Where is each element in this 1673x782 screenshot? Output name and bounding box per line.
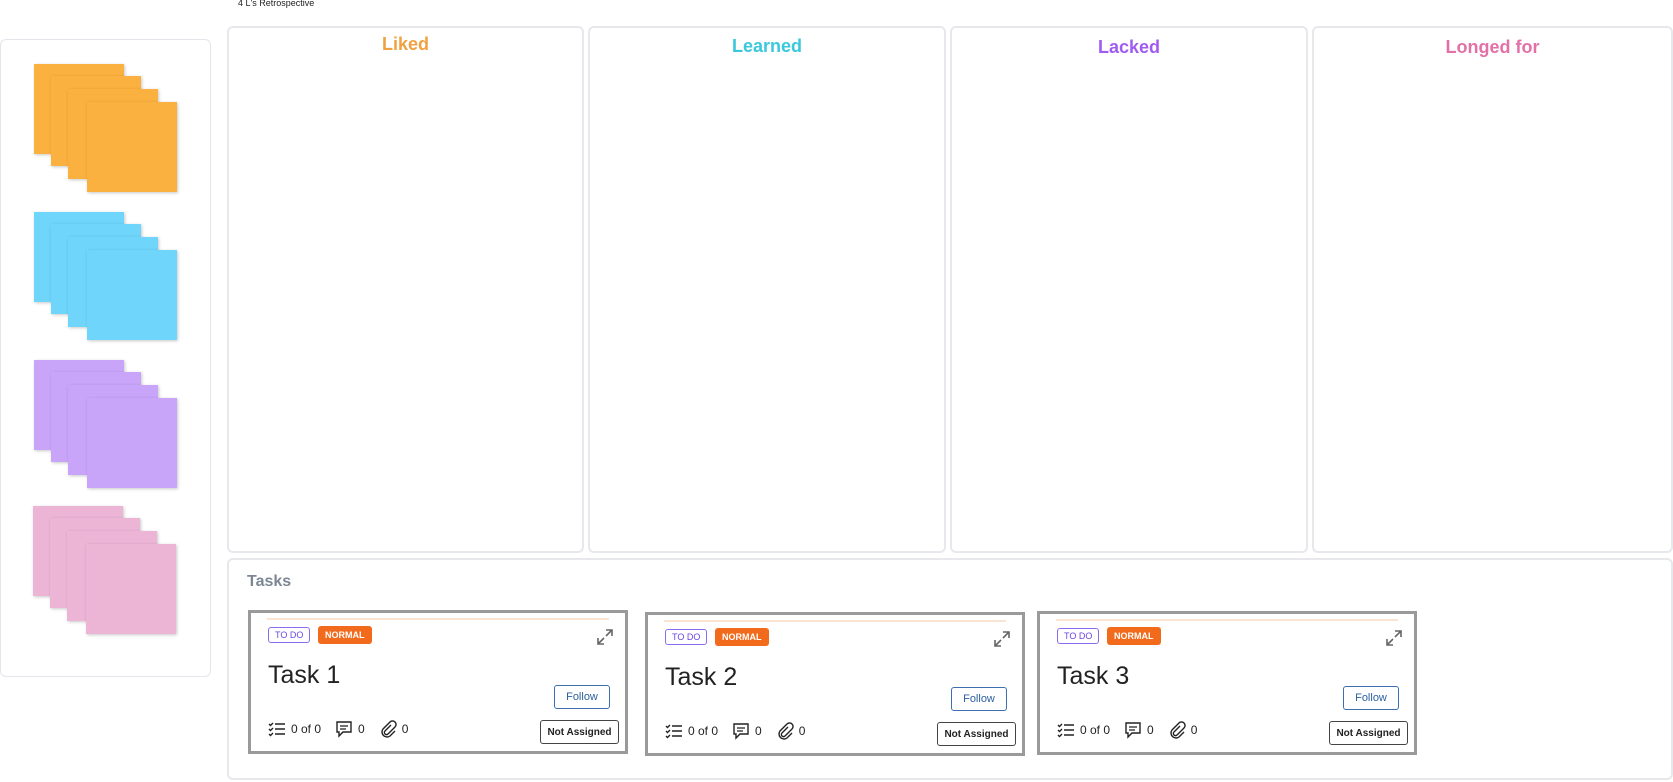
comment-count: 0 [1147, 723, 1154, 737]
column-title: Lacked [1097, 37, 1161, 57]
comment-icon [1124, 721, 1142, 739]
column-title: Longed for [1445, 37, 1540, 57]
sticky-note-stack-orange[interactable] [34, 64, 184, 204]
attachment-count: 0 [401, 722, 409, 736]
card-divider [1056, 619, 1398, 621]
sticky-note-stack-blue[interactable] [34, 212, 184, 352]
sticky-note [87, 102, 177, 192]
comment-count: 0 [358, 722, 365, 736]
tasks-frame: Tasks TO DO NORMAL Task 1 Follow 0 of 0 … [227, 558, 1673, 780]
expand-icon[interactable] [595, 627, 615, 647]
column-learned[interactable]: Learned [588, 26, 946, 553]
checklist-icon [1057, 722, 1075, 738]
priority-badge[interactable]: NORMAL [318, 626, 372, 644]
sticky-note [87, 250, 177, 340]
column-liked[interactable]: Liked [227, 26, 584, 553]
checklist-count: 0 of 0 [1080, 723, 1111, 737]
checklist-count: 0 of 0 [291, 722, 322, 736]
checklist-count: 0 of 0 [688, 724, 719, 738]
sticky-note [86, 544, 176, 634]
attachment-icon [1168, 721, 1186, 739]
sticky-note [87, 398, 177, 488]
follow-button[interactable]: Follow [554, 685, 610, 709]
priority-badge[interactable]: NORMAL [715, 628, 769, 646]
follow-button[interactable]: Follow [951, 687, 1007, 711]
task-card[interactable]: TO DO NORMAL Task 2 Follow 0 of 0 0 0 No… [645, 612, 1025, 756]
task-card[interactable]: TO DO NORMAL Task 1 Follow 0 of 0 0 0 No… [248, 610, 628, 754]
column-title: Liked [381, 34, 429, 54]
task-meta: 0 of 0 0 0 [268, 719, 422, 739]
board-title: 4 L's Retrospective [238, 0, 315, 8]
priority-badge[interactable]: NORMAL [1107, 627, 1161, 645]
attachment-icon [379, 720, 397, 738]
assignee-button[interactable]: Not Assigned [1329, 721, 1408, 745]
task-meta: 0 of 0 0 0 [665, 721, 819, 741]
comment-icon [732, 722, 750, 740]
card-divider [267, 618, 609, 620]
checklist-icon [665, 723, 683, 739]
column-lacked[interactable]: Lacked [950, 26, 1308, 553]
sticky-note-stack-purple[interactable] [34, 360, 184, 500]
task-card[interactable]: TO DO NORMAL Task 3 Follow 0 of 0 0 0 No… [1037, 611, 1417, 755]
expand-icon[interactable] [1384, 628, 1404, 648]
expand-icon[interactable] [992, 629, 1012, 649]
status-badge[interactable]: TO DO [1057, 628, 1100, 644]
sticky-note-palette [0, 39, 211, 677]
task-meta: 0 of 0 0 0 [1057, 720, 1211, 740]
attachment-count: 0 [798, 724, 806, 738]
tasks-title: Tasks [247, 573, 292, 590]
comment-icon [335, 720, 353, 738]
task-name[interactable]: Task 3 [1057, 662, 1129, 691]
assignee-button[interactable]: Not Assigned [937, 722, 1016, 746]
sticky-note-stack-pink[interactable] [33, 506, 183, 646]
task-name[interactable]: Task 1 [268, 661, 340, 690]
task-name[interactable]: Task 2 [665, 663, 737, 692]
column-title: Learned [731, 36, 803, 56]
status-badge[interactable]: TO DO [665, 629, 708, 645]
checklist-icon [268, 721, 286, 737]
status-badge[interactable]: TO DO [268, 627, 311, 643]
comment-count: 0 [755, 724, 762, 738]
attachment-count: 0 [1190, 723, 1198, 737]
card-divider [664, 620, 1006, 622]
column-longed-for[interactable]: Longed for [1312, 26, 1673, 553]
attachment-icon [776, 722, 794, 740]
assignee-button[interactable]: Not Assigned [540, 720, 619, 744]
follow-button[interactable]: Follow [1343, 686, 1399, 710]
